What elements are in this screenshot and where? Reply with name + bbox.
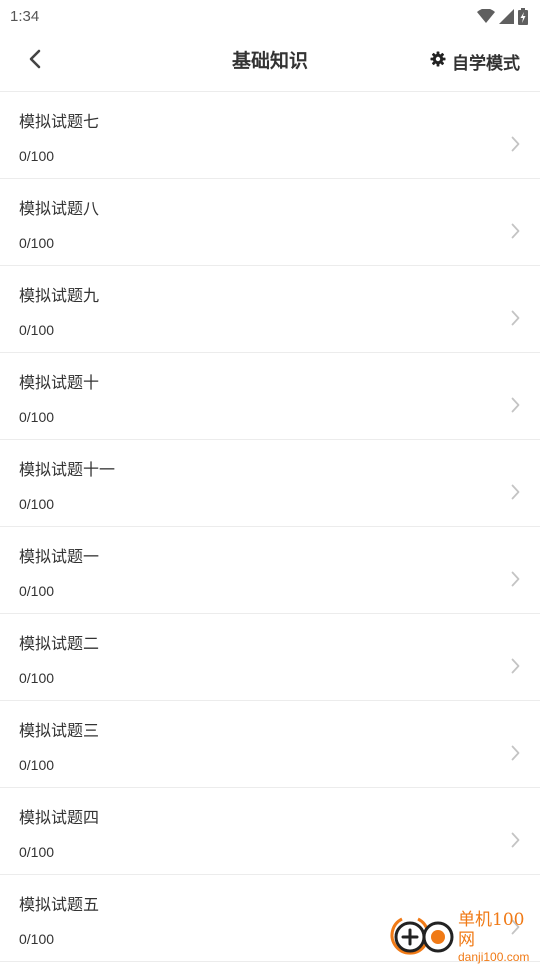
exam-list-item[interactable]: 模拟试题十一 0/100 bbox=[0, 440, 540, 527]
exam-score: 0/100 bbox=[19, 148, 55, 164]
exam-list-item[interactable]: 模拟试题十 0/100 bbox=[0, 353, 540, 440]
exam-score: 0/100 bbox=[19, 496, 55, 512]
chevron-right-icon bbox=[511, 745, 520, 765]
exam-list-item[interactable]: 模拟试题二 0/100 bbox=[0, 614, 540, 701]
exam-list-item[interactable]: 模拟试题一 0/100 bbox=[0, 527, 540, 614]
chevron-right-icon bbox=[511, 658, 520, 678]
exam-score: 0/100 bbox=[19, 322, 55, 338]
exam-score: 0/100 bbox=[19, 670, 55, 686]
exam-list-item[interactable]: 模拟试题九 0/100 bbox=[0, 266, 540, 353]
watermark-text: 单机100网 danji100.com bbox=[458, 910, 540, 964]
exam-title: 模拟试题七 bbox=[19, 112, 100, 131]
watermark-logo-icon bbox=[388, 913, 454, 961]
status-bar: 1:34 bbox=[0, 0, 540, 32]
chevron-right-icon bbox=[511, 136, 520, 156]
exam-score: 0/100 bbox=[19, 931, 55, 947]
exam-title: 模拟试题五 bbox=[19, 895, 100, 914]
exam-score: 0/100 bbox=[19, 583, 55, 599]
chevron-right-icon bbox=[511, 223, 520, 243]
chevron-right-icon bbox=[511, 571, 520, 591]
exam-list-item[interactable]: 模拟试题三 0/100 bbox=[0, 701, 540, 788]
self-study-mode-button[interactable]: 自学模式 bbox=[430, 32, 520, 91]
exam-title: 模拟试题二 bbox=[19, 634, 100, 653]
self-study-mode-label: 自学模式 bbox=[452, 54, 520, 74]
exam-title: 模拟试题十 bbox=[19, 373, 100, 392]
chevron-right-icon bbox=[511, 832, 520, 852]
wifi-icon bbox=[477, 9, 495, 23]
exam-title: 模拟试题四 bbox=[19, 808, 100, 827]
exam-list-item[interactable]: 模拟试题四 0/100 bbox=[0, 788, 540, 875]
exam-list-item[interactable]: 模拟试题七 0/100 bbox=[0, 92, 540, 179]
back-button[interactable] bbox=[20, 46, 50, 76]
status-time: 1:34 bbox=[10, 7, 40, 25]
exam-list: 模拟试题七 0/100 模拟试题八 0/100 模拟试题九 0/100 模拟试题… bbox=[0, 92, 540, 962]
chevron-right-icon bbox=[511, 397, 520, 417]
exam-score: 0/100 bbox=[19, 844, 55, 860]
watermark-url: danji100.com bbox=[458, 950, 530, 964]
signal-icon bbox=[499, 8, 514, 24]
battery-icon bbox=[518, 7, 528, 25]
header: 基础知识 自学模式 bbox=[0, 32, 540, 92]
exam-list-item[interactable]: 模拟试题八 0/100 bbox=[0, 179, 540, 266]
exam-title: 模拟试题九 bbox=[19, 286, 100, 305]
exam-title: 模拟试题八 bbox=[19, 199, 100, 218]
exam-title: 模拟试题三 bbox=[19, 721, 100, 740]
exam-score: 0/100 bbox=[19, 757, 55, 773]
gear-icon bbox=[430, 51, 446, 72]
chevron-left-icon bbox=[28, 49, 42, 73]
exam-score: 0/100 bbox=[19, 409, 55, 425]
watermark-name: 单机100网 bbox=[458, 910, 525, 950]
watermark: 单机100网 danji100.com bbox=[388, 910, 540, 964]
status-icons bbox=[477, 7, 528, 25]
chevron-right-icon bbox=[511, 310, 520, 330]
chevron-right-icon bbox=[511, 484, 520, 504]
exam-score: 0/100 bbox=[19, 235, 55, 251]
exam-title: 模拟试题十一 bbox=[19, 460, 116, 479]
exam-title: 模拟试题一 bbox=[19, 547, 100, 566]
